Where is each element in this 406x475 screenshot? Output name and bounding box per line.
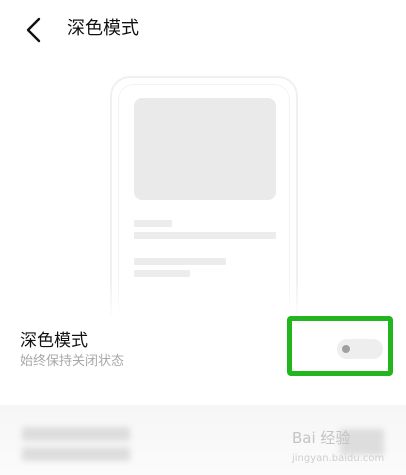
page-title: 深色模式	[67, 18, 139, 39]
blurred-content	[22, 427, 130, 441]
preview-text-line	[134, 258, 226, 265]
watermark-url: jingyan.baidu.com	[292, 453, 385, 464]
toggle-knob	[342, 345, 350, 353]
preview-fade	[0, 280, 406, 320]
preview-text-line	[134, 270, 190, 277]
blurred-content	[22, 447, 130, 461]
back-button[interactable]	[18, 14, 50, 46]
preview-text-line	[134, 232, 276, 239]
chevron-left-icon	[26, 17, 41, 43]
preview-text-line	[134, 220, 172, 227]
dark-mode-settings-screen: 深色模式 深色模式 始终保持关闭状态 Bai 经验 jingyan.baidu.…	[0, 0, 406, 475]
preview-image-placeholder	[134, 98, 276, 200]
setting-title: 深色模式	[20, 331, 88, 351]
watermark: Bai 经验	[292, 429, 351, 447]
setting-subtitle: 始终保持关闭状态	[20, 354, 125, 369]
header: 深色模式	[0, 0, 406, 60]
dark-mode-toggle[interactable]	[337, 339, 383, 359]
